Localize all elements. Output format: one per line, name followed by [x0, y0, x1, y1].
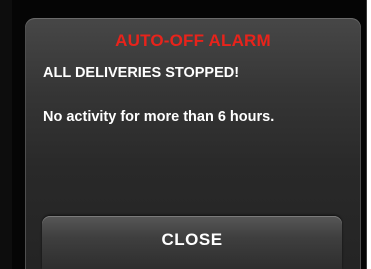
alarm-message-detail: No activity for more than 6 hours. [43, 109, 275, 125]
close-button[interactable]: CLOSE [42, 216, 342, 269]
screen-left-edge [0, 0, 12, 269]
alarm-message-primary: ALL DELIVERIES STOPPED! [43, 65, 240, 81]
alarm-title: AUTO-OFF ALARM [115, 31, 271, 50]
screen-right-divider [366, 0, 367, 269]
close-button-label: CLOSE [161, 230, 223, 249]
alarm-dialog: AUTO-OFF ALARM ALL DELIVERIES STOPPED! N… [25, 18, 361, 269]
device-screen: AUTO-OFF ALARM ALL DELIVERIES STOPPED! N… [0, 0, 371, 269]
